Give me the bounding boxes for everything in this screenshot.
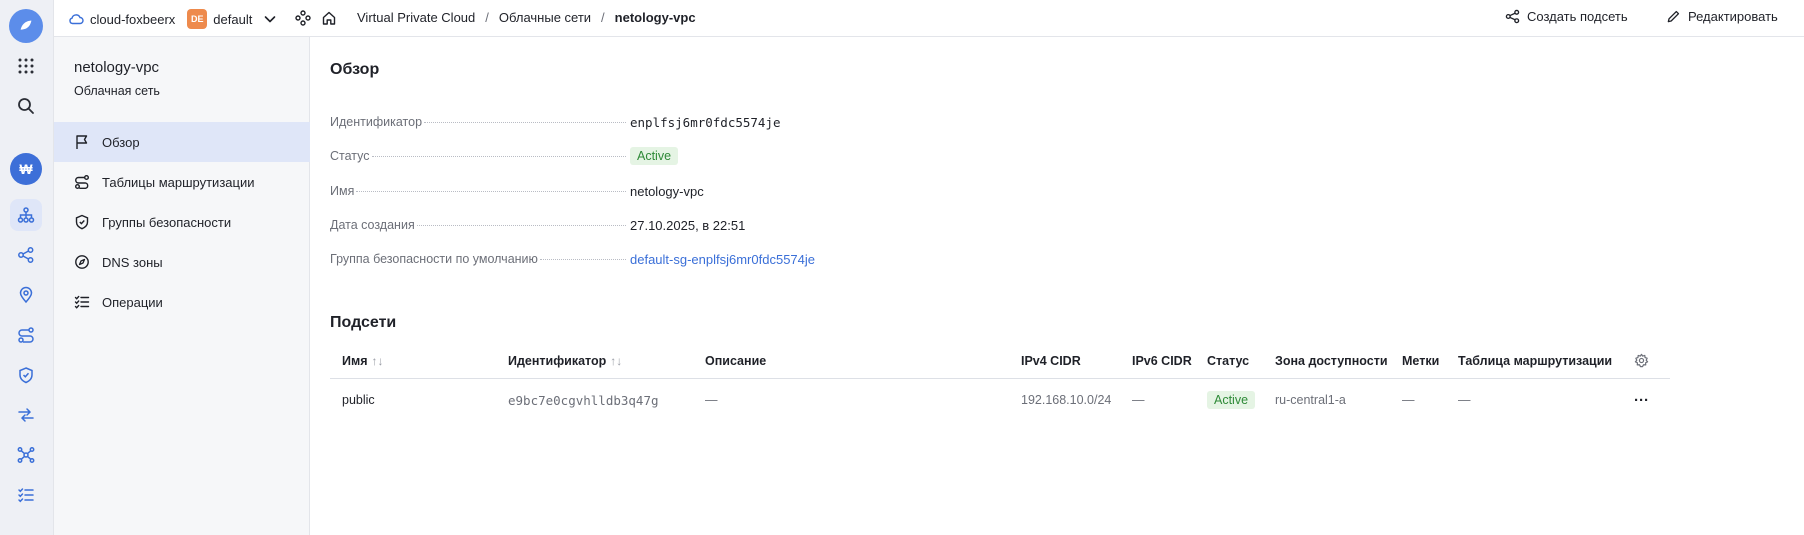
service-sidebar: netology-vpc Облачная сеть Обзор Таблицы…	[54, 37, 310, 535]
top-header: cloud-foxbeerx DE default Virtual Privat…	[54, 0, 1804, 37]
edit-label: Редактировать	[1688, 9, 1778, 24]
folder-name: default	[213, 11, 253, 27]
created-date-value: 27.10.2025, в 22:51	[630, 217, 746, 233]
subnet-description: —	[705, 393, 718, 407]
pencil-icon	[1667, 10, 1680, 23]
overview-row-id: Идентификатор enplfsj6mr0fdc5574je	[330, 112, 890, 132]
subnet-id: e9bc7e0cgvhlldb3q47g	[508, 392, 659, 408]
table-row[interactable]: public e9bc7e0cgvhlldb3q47g — 192.168.10…	[330, 379, 1670, 421]
column-header-status: Статус	[1207, 353, 1250, 368]
breadcrumb: Virtual Private Cloud / Облачные сети / …	[357, 10, 696, 25]
network-icon[interactable]	[10, 199, 42, 231]
gear-icon	[1634, 353, 1649, 368]
breadcrumb-vpc[interactable]: Virtual Private Cloud	[357, 10, 475, 25]
chevron-down-icon	[265, 16, 276, 23]
overview-label: Имя	[330, 184, 357, 198]
apps-grid-icon[interactable]	[10, 50, 42, 82]
sidebar-item-overview[interactable]: Обзор	[54, 122, 310, 162]
subnet-ipv6: —	[1132, 393, 1145, 407]
column-header-zone: Зона доступности	[1275, 353, 1388, 368]
services-icon[interactable]	[294, 9, 312, 27]
subnet-labels: —	[1402, 393, 1415, 407]
sort-icon: ↑↓	[610, 353, 623, 368]
location-pin-icon[interactable]	[10, 279, 42, 311]
compass-icon	[75, 255, 89, 269]
sidebar-item-label: Обзор	[102, 134, 140, 150]
breadcrumb-cloud-networks[interactable]: Облачные сети	[499, 10, 591, 25]
list-check-icon	[74, 295, 90, 309]
list-check-icon[interactable]	[10, 479, 42, 511]
status-badge: Active	[630, 147, 679, 165]
sidebar-item-label: Операции	[102, 294, 163, 310]
overview-label: Группа безопасности по умолчанию	[330, 252, 540, 266]
shield-check-icon[interactable]	[10, 359, 42, 391]
sidebar-item-label: Таблицы маршрутизации	[102, 174, 255, 190]
column-header-id[interactable]: Идентификатор ↑↓	[508, 343, 622, 378]
subnet-zone: ru-central1-a	[1275, 393, 1346, 407]
overview-label: Статус	[330, 149, 372, 163]
route-icon	[75, 175, 89, 189]
global-nav-rail: ₩	[0, 0, 54, 535]
transfer-icon[interactable]	[10, 399, 42, 431]
cloud-name: cloud-foxbeerx	[90, 11, 176, 27]
overview-row-name: Имя netology-vpc	[330, 181, 890, 201]
sort-icon: ↑↓	[371, 353, 384, 368]
cloud-icon	[69, 14, 84, 25]
table-header: Имя ↑↓ Идентификатор ↑↓ Описание IPv4 CIDR…	[330, 343, 1670, 379]
breadcrumb-current: netology-vpc	[614, 10, 696, 25]
cloud-logo-icon[interactable]	[9, 9, 43, 43]
sidebar-item-dns-zones[interactable]: DNS зоны	[54, 242, 310, 282]
share-icon	[1505, 9, 1520, 24]
overview-title: Обзор	[330, 61, 380, 78]
sidebar-item-label: Группы безопасности	[102, 214, 232, 230]
sidebar-item-route-tables[interactable]: Таблицы маршрутизации	[54, 162, 310, 202]
subnet-ipv4: 192.168.10.0/24	[1021, 393, 1112, 407]
breadcrumb-separator: /	[485, 10, 489, 25]
create-subnet-button[interactable]: Создать подсеть	[1505, 9, 1628, 24]
overview-label: Идентификатор	[330, 115, 425, 129]
column-header-ipv6: IPv6 CIDR	[1132, 353, 1192, 368]
overview-row-status: Статус Active	[330, 146, 890, 166]
billing-icon[interactable]: ₩	[10, 153, 42, 185]
overview-row-default-sg: Группа безопасности по умолчанию default…	[330, 249, 890, 269]
create-subnet-label: Создать подсеть	[1527, 9, 1628, 24]
subnet-route-table: —	[1458, 393, 1471, 407]
nodes-icon[interactable]	[10, 439, 42, 471]
folder-badge: DE	[187, 9, 208, 29]
flag-icon	[76, 135, 88, 149]
column-header-route-table: Таблица маршрутизации	[1458, 353, 1613, 368]
network-id-value[interactable]: enplfsj6mr0fdc5574je	[630, 115, 781, 130]
sidebar-item-label: DNS зоны	[102, 254, 163, 270]
shield-icon	[75, 214, 89, 230]
route-icon[interactable]	[10, 319, 42, 351]
sidebar-title: netology-vpc	[74, 59, 160, 76]
column-header-description: Описание	[705, 353, 767, 368]
row-actions-menu-icon[interactable]: ···	[1634, 379, 1649, 421]
breadcrumb-separator: /	[601, 10, 605, 25]
overview-row-created: Дата создания 27.10.2025, в 22:51	[330, 215, 890, 235]
sidebar-item-operations[interactable]: Операции	[54, 282, 310, 322]
table-settings-button[interactable]	[1634, 343, 1649, 378]
sidebar-item-security-groups[interactable]: Группы безопасности	[54, 202, 310, 242]
network-name-value: netology-vpc	[630, 183, 704, 199]
subnets-title: Подсети	[330, 314, 397, 331]
share-icon[interactable]	[10, 239, 42, 271]
default-security-group-link[interactable]: default-sg-enplfsj6mr0fdc5574je	[630, 252, 815, 267]
search-icon[interactable]	[10, 90, 42, 122]
column-header-labels: Метки	[1402, 353, 1440, 368]
home-icon[interactable]	[320, 9, 338, 27]
overview-label: Дата создания	[330, 218, 417, 232]
status-badge: Active	[1207, 391, 1256, 409]
column-header-name[interactable]: Имя ↑↓	[342, 343, 384, 378]
subnet-name[interactable]: public	[342, 379, 375, 421]
cloud-selector[interactable]: cloud-foxbeerx DE default	[68, 9, 278, 29]
column-header-ipv4: IPv4 CIDR	[1021, 353, 1081, 368]
edit-button[interactable]: Редактировать	[1666, 9, 1778, 24]
sidebar-subtitle: Облачная сеть	[74, 84, 160, 98]
